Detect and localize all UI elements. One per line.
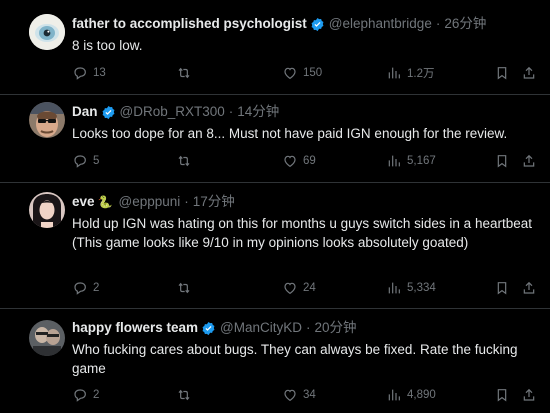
bar-chart-icon [388, 67, 400, 79]
share-button[interactable] [521, 386, 537, 404]
speech-bubble-icon [74, 67, 86, 80]
timestamp[interactable]: 26分钟 [444, 16, 486, 32]
display-name[interactable]: father to accomplished psychologist [72, 16, 307, 32]
bookmark-icon [497, 155, 507, 168]
separator: · [228, 104, 234, 119]
separator: · [184, 194, 189, 209]
reply-button[interactable]: 13 [72, 64, 106, 82]
views-button[interactable]: 5,167 [386, 152, 436, 170]
user-handle[interactable]: @DRob_RXT300 [120, 104, 225, 120]
avatar[interactable] [29, 102, 65, 138]
views-button[interactable]: 4,890 [386, 386, 436, 404]
repost-button[interactable] [176, 386, 197, 404]
reply-button[interactable]: 5 [72, 152, 99, 170]
reply-button[interactable]: 2 [72, 279, 99, 297]
repost-button[interactable] [176, 152, 197, 170]
bookmark-button[interactable] [494, 152, 510, 170]
view-count: 5,167 [407, 155, 436, 167]
avatar[interactable] [29, 320, 65, 356]
timestamp[interactable]: 20分钟 [315, 320, 357, 336]
tweet[interactable]: father to accomplished psychologist @ele… [0, 0, 550, 95]
share-button[interactable] [521, 64, 537, 82]
timestamp[interactable]: 14分钟 [237, 104, 279, 120]
tweet-text: Hold up IGN was hating on this for month… [72, 216, 532, 250]
heart-icon [284, 389, 296, 402]
user-handle[interactable]: @ManCityKD [220, 320, 302, 336]
tweet[interactable]: happy flowers team @ManCityKD · 20分钟 Who… [0, 309, 550, 413]
bookmark-button[interactable] [494, 386, 510, 404]
separator: · [306, 320, 311, 335]
speech-bubble-icon [74, 282, 86, 295]
reply-button[interactable]: 2 [72, 386, 99, 404]
repost-button[interactable] [176, 64, 197, 82]
tweet-text: 8 is too low. [72, 38, 143, 53]
action-bar: 2 24 5,334 [72, 279, 542, 297]
like-count: 34 [303, 389, 316, 401]
repost-arrows-icon [178, 67, 190, 79]
action-bar: 2 34 4,890 [72, 386, 542, 404]
repost-arrows-icon [178, 282, 190, 294]
reply-count: 2 [93, 389, 100, 401]
reply-count: 13 [93, 67, 106, 79]
share-button[interactable] [521, 279, 537, 297]
bookmark-icon [497, 67, 507, 80]
avatar[interactable] [29, 192, 65, 228]
heart-icon [284, 155, 296, 168]
share-upload-icon [523, 281, 535, 294]
like-count: 69 [303, 155, 316, 167]
verified-badge-icon [102, 105, 114, 119]
share-upload-icon [523, 66, 535, 79]
repost-button[interactable] [176, 279, 197, 297]
user-handle[interactable]: @elephantbridge [329, 16, 432, 32]
like-button[interactable]: 150 [282, 64, 322, 82]
bookmark-button[interactable] [494, 279, 510, 297]
user-handle[interactable]: @epppuni [118, 194, 180, 210]
timestamp[interactable]: 17分钟 [193, 194, 235, 210]
tweet[interactable]: Dan @DRob_RXT300 · 14分钟 Looks too dope f… [0, 95, 550, 183]
speech-bubble-icon [74, 155, 86, 168]
verified-badge-icon [311, 17, 324, 31]
repost-arrows-icon [178, 155, 190, 167]
tweet-text: Looks too dope for an 8... Must not have… [72, 126, 508, 141]
bar-chart-icon [388, 155, 400, 167]
like-count: 150 [303, 67, 323, 79]
bar-chart-icon [388, 389, 400, 401]
verified-badge-icon [202, 321, 215, 335]
reply-count: 2 [93, 282, 100, 294]
views-button[interactable]: 5,334 [386, 279, 436, 297]
like-button[interactable]: 34 [282, 386, 316, 404]
separator: · [435, 16, 441, 31]
action-bar: 5 69 5,167 [72, 152, 542, 170]
like-button[interactable]: 69 [282, 152, 316, 170]
display-name[interactable]: happy flowers team [72, 320, 198, 336]
share-button[interactable] [521, 152, 537, 170]
views-button[interactable]: 1.2万 [386, 64, 435, 82]
bookmark-icon [497, 282, 507, 295]
view-count: 4,890 [407, 389, 436, 401]
view-count: 1.2万 [407, 68, 435, 80]
view-count: 5,334 [407, 282, 436, 294]
share-upload-icon [523, 154, 535, 167]
bookmark-icon [497, 389, 507, 402]
tweet-text: Who fucking cares about bugs. They can a… [72, 342, 518, 376]
display-name[interactable]: Dan [72, 104, 98, 120]
share-upload-icon [523, 388, 535, 401]
action-bar: 13 150 1.2万 [72, 64, 542, 82]
like-count: 24 [303, 282, 316, 294]
name-emoji: 🐍 [97, 195, 113, 209]
display-name[interactable]: eve [72, 194, 95, 210]
heart-icon [284, 282, 296, 295]
reply-feed: father to accomplished psychologist @ele… [0, 0, 550, 413]
bar-chart-icon [388, 282, 400, 294]
tweet[interactable]: eve 🐍 @epppuni · 17分钟 Hold up IGN was ha… [0, 183, 550, 309]
heart-icon [284, 67, 296, 80]
reply-count: 5 [93, 155, 100, 167]
repost-arrows-icon [178, 389, 190, 401]
like-button[interactable]: 24 [282, 279, 316, 297]
bookmark-button[interactable] [494, 64, 510, 82]
avatar[interactable] [29, 14, 65, 50]
speech-bubble-icon [74, 389, 86, 402]
